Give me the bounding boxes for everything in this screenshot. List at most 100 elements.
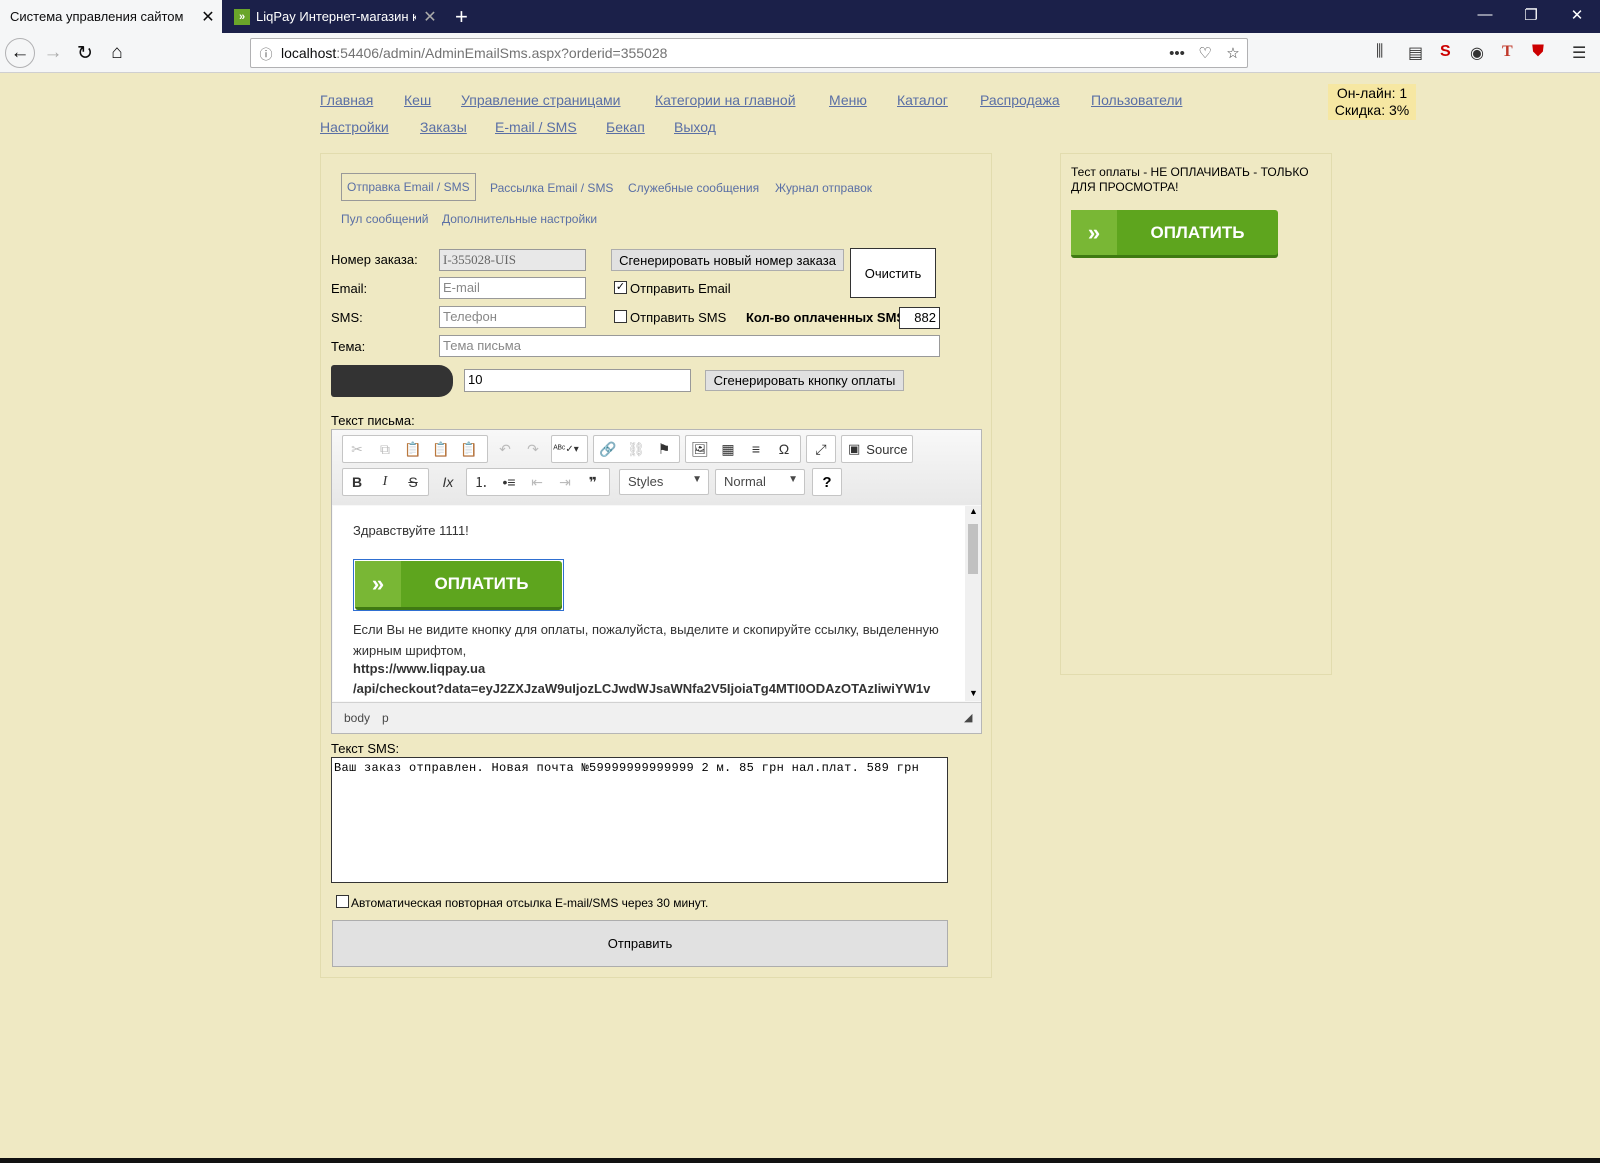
styles-dropdown[interactable]: Styles ▼ xyxy=(619,469,709,495)
minimize-icon[interactable]: — xyxy=(1462,6,1508,23)
tab-mailing[interactable]: Рассылка Email / SMS xyxy=(490,181,613,195)
amount-field[interactable]: 10 xyxy=(464,369,691,392)
format-dropdown[interactable]: Normal ▼ xyxy=(715,469,805,495)
generate-pay-button[interactable]: Сгенерировать кнопку оплаты xyxy=(705,370,904,391)
email-field[interactable]: E-mail xyxy=(439,277,586,299)
window-close-icon[interactable]: ✕ xyxy=(1554,6,1600,24)
browser-tab-bar: Система управления сайтом ✕ » LiqPay Инт… xyxy=(0,0,1600,33)
anchor-icon[interactable]: ⚑ xyxy=(650,436,678,462)
new-tab-icon[interactable]: + xyxy=(455,4,468,30)
nav-email-sms[interactable]: E-mail / SMS xyxy=(495,119,577,135)
forward-icon[interactable]: → xyxy=(38,38,68,68)
sidebar-icon[interactable]: ▤ xyxy=(1408,43,1423,63)
paste-text-icon[interactable]: 📋 xyxy=(427,436,455,462)
nav-logout[interactable]: Выход xyxy=(674,119,716,135)
extension-s-icon[interactable]: S xyxy=(1440,43,1451,61)
tab-send-log[interactable]: Журнал отправок xyxy=(775,181,872,195)
library-icon[interactable]: ⫼ xyxy=(1376,43,1383,61)
pocket-icon[interactable]: ♡ xyxy=(1191,44,1219,62)
bulleted-list-icon[interactable]: •≡ xyxy=(495,469,523,495)
nav-sale[interactable]: Распродажа xyxy=(980,92,1060,108)
info-icon[interactable]: ⓘ xyxy=(251,44,281,63)
clear-button[interactable]: Очистить xyxy=(850,248,936,298)
italic-icon[interactable]: I xyxy=(371,469,399,495)
link-icon[interactable]: 🔗 xyxy=(594,436,622,462)
scroll-thumb[interactable] xyxy=(968,524,978,574)
scroll-down-icon[interactable]: ▼ xyxy=(969,688,978,698)
phone-field[interactable]: Телефон xyxy=(439,306,586,328)
tab-send-email-sms[interactable]: Отправка Email / SMS xyxy=(341,173,476,201)
redacted-select[interactable] xyxy=(331,365,453,397)
home-icon[interactable]: ⌂ xyxy=(102,38,132,68)
tab-message-pool[interactable]: Пул сообщений xyxy=(341,212,429,226)
payment-preview-panel: Тест оплаты - НЕ ОПЛАЧИВАТЬ - ТОЛЬКО ДЛЯ… xyxy=(1060,153,1332,675)
strike-icon[interactable]: S xyxy=(399,469,427,495)
horizontal-line-icon[interactable]: ≡ xyxy=(742,436,770,462)
reload-icon[interactable]: ↻ xyxy=(70,38,100,68)
copy-icon[interactable]: ⧉ xyxy=(371,436,399,462)
redo-icon[interactable]: ↷ xyxy=(519,436,547,462)
special-char-icon[interactable]: Ω xyxy=(770,436,798,462)
editor-scrollbar[interactable]: ▲ ▼ xyxy=(965,506,981,701)
auto-resend-checkbox[interactable] xyxy=(336,895,349,908)
shield-icon[interactable]: ⛊ xyxy=(1532,43,1544,61)
resize-handle-icon[interactable]: ◢ xyxy=(964,711,972,724)
bookmark-star-icon[interactable]: ☆ xyxy=(1219,44,1247,62)
nav-backup[interactable]: Бекап xyxy=(606,119,645,135)
editor-content[interactable]: Здравствуйте 1111! » ОПЛАТИТЬ Если Вы не… xyxy=(333,506,965,701)
source-button[interactable]: ▣ Source xyxy=(841,435,913,463)
nav-menu[interactable]: Меню xyxy=(829,92,867,108)
close-icon[interactable]: ✕ xyxy=(416,7,444,27)
liqpay-pay-button[interactable]: » ОПЛАТИТЬ xyxy=(355,561,562,607)
paste-icon[interactable]: 📋 xyxy=(399,436,427,462)
table-icon[interactable]: ▦ xyxy=(714,436,742,462)
maximize-icon[interactable]: ⤢ xyxy=(807,436,835,462)
nav-cache[interactable]: Кеш xyxy=(404,92,431,108)
blockquote-icon[interactable]: ❞ xyxy=(579,469,607,495)
send-sms-checkbox[interactable] xyxy=(614,310,627,323)
scroll-up-icon[interactable]: ▲ xyxy=(969,506,978,516)
numbered-list-icon[interactable]: ⒈ xyxy=(467,469,495,495)
account-icon[interactable]: ◉ xyxy=(1470,43,1484,63)
nav-catalog[interactable]: Каталог xyxy=(897,92,948,108)
nav-settings[interactable]: Настройки xyxy=(320,119,389,135)
undo-icon[interactable]: ↶ xyxy=(491,436,519,462)
path-p[interactable]: p xyxy=(382,711,389,725)
remove-format-icon[interactable]: Ix xyxy=(434,469,462,495)
help-button[interactable]: ? xyxy=(812,468,842,496)
image-icon[interactable]: 🖼 xyxy=(686,436,714,462)
nav-orders[interactable]: Заказы xyxy=(420,119,467,135)
paste-word-icon[interactable]: 📋 xyxy=(455,436,483,462)
outdent-icon[interactable]: ⇤ xyxy=(523,469,551,495)
nav-pages[interactable]: Управление страницами xyxy=(461,92,621,108)
indent-icon[interactable]: ⇥ xyxy=(551,469,579,495)
order-number-field[interactable]: I-355028-UIS xyxy=(439,249,586,271)
path-body[interactable]: body xyxy=(344,711,370,725)
remove-format-group: Ix xyxy=(434,468,462,496)
back-icon[interactable]: ← xyxy=(5,38,35,68)
sms-textarea[interactable]: Ваш заказ отправлен. Новая почта №599999… xyxy=(331,757,948,883)
tab-liqpay[interactable]: » LiqPay Интернет-магазин карт ✕ xyxy=(224,0,444,33)
nav-home-categories[interactable]: Категории на главной xyxy=(655,92,796,108)
menu-icon[interactable]: ☰ xyxy=(1572,43,1586,63)
close-icon[interactable]: ✕ xyxy=(194,7,222,27)
nav-home[interactable]: Главная xyxy=(320,92,373,108)
extension-t-icon[interactable]: T xyxy=(1502,43,1513,61)
unlink-icon[interactable]: ⛓ xyxy=(622,436,650,462)
spellcheck-icon[interactable]: ᴬᴮᶜ✓▾ xyxy=(552,436,580,462)
bold-icon[interactable]: B xyxy=(343,469,371,495)
nav-users[interactable]: Пользователи xyxy=(1091,92,1182,108)
restore-icon[interactable]: ❐ xyxy=(1508,6,1554,24)
subject-field[interactable]: Тема письма xyxy=(439,335,940,357)
tab-extra-settings[interactable]: Дополнительные настройки xyxy=(442,212,597,226)
pay-button-selection[interactable]: » ОПЛАТИТЬ xyxy=(353,559,564,611)
tab-admin[interactable]: Система управления сайтом ✕ xyxy=(0,0,222,33)
send-button[interactable]: Отправить xyxy=(332,920,948,967)
generate-order-button[interactable]: Сгенерировать новый номер заказа xyxy=(611,249,844,271)
address-bar[interactable]: ⓘ localhost:54406/admin/AdminEmailSms.as… xyxy=(250,38,1248,68)
cut-icon[interactable]: ✂ xyxy=(343,436,371,462)
more-icon[interactable]: ••• xyxy=(1163,45,1191,62)
tab-service-messages[interactable]: Служебные сообщения xyxy=(628,181,759,195)
send-email-checkbox[interactable]: ✓ xyxy=(614,281,627,294)
preview-pay-button[interactable]: » ОПЛАТИТЬ xyxy=(1071,210,1278,255)
